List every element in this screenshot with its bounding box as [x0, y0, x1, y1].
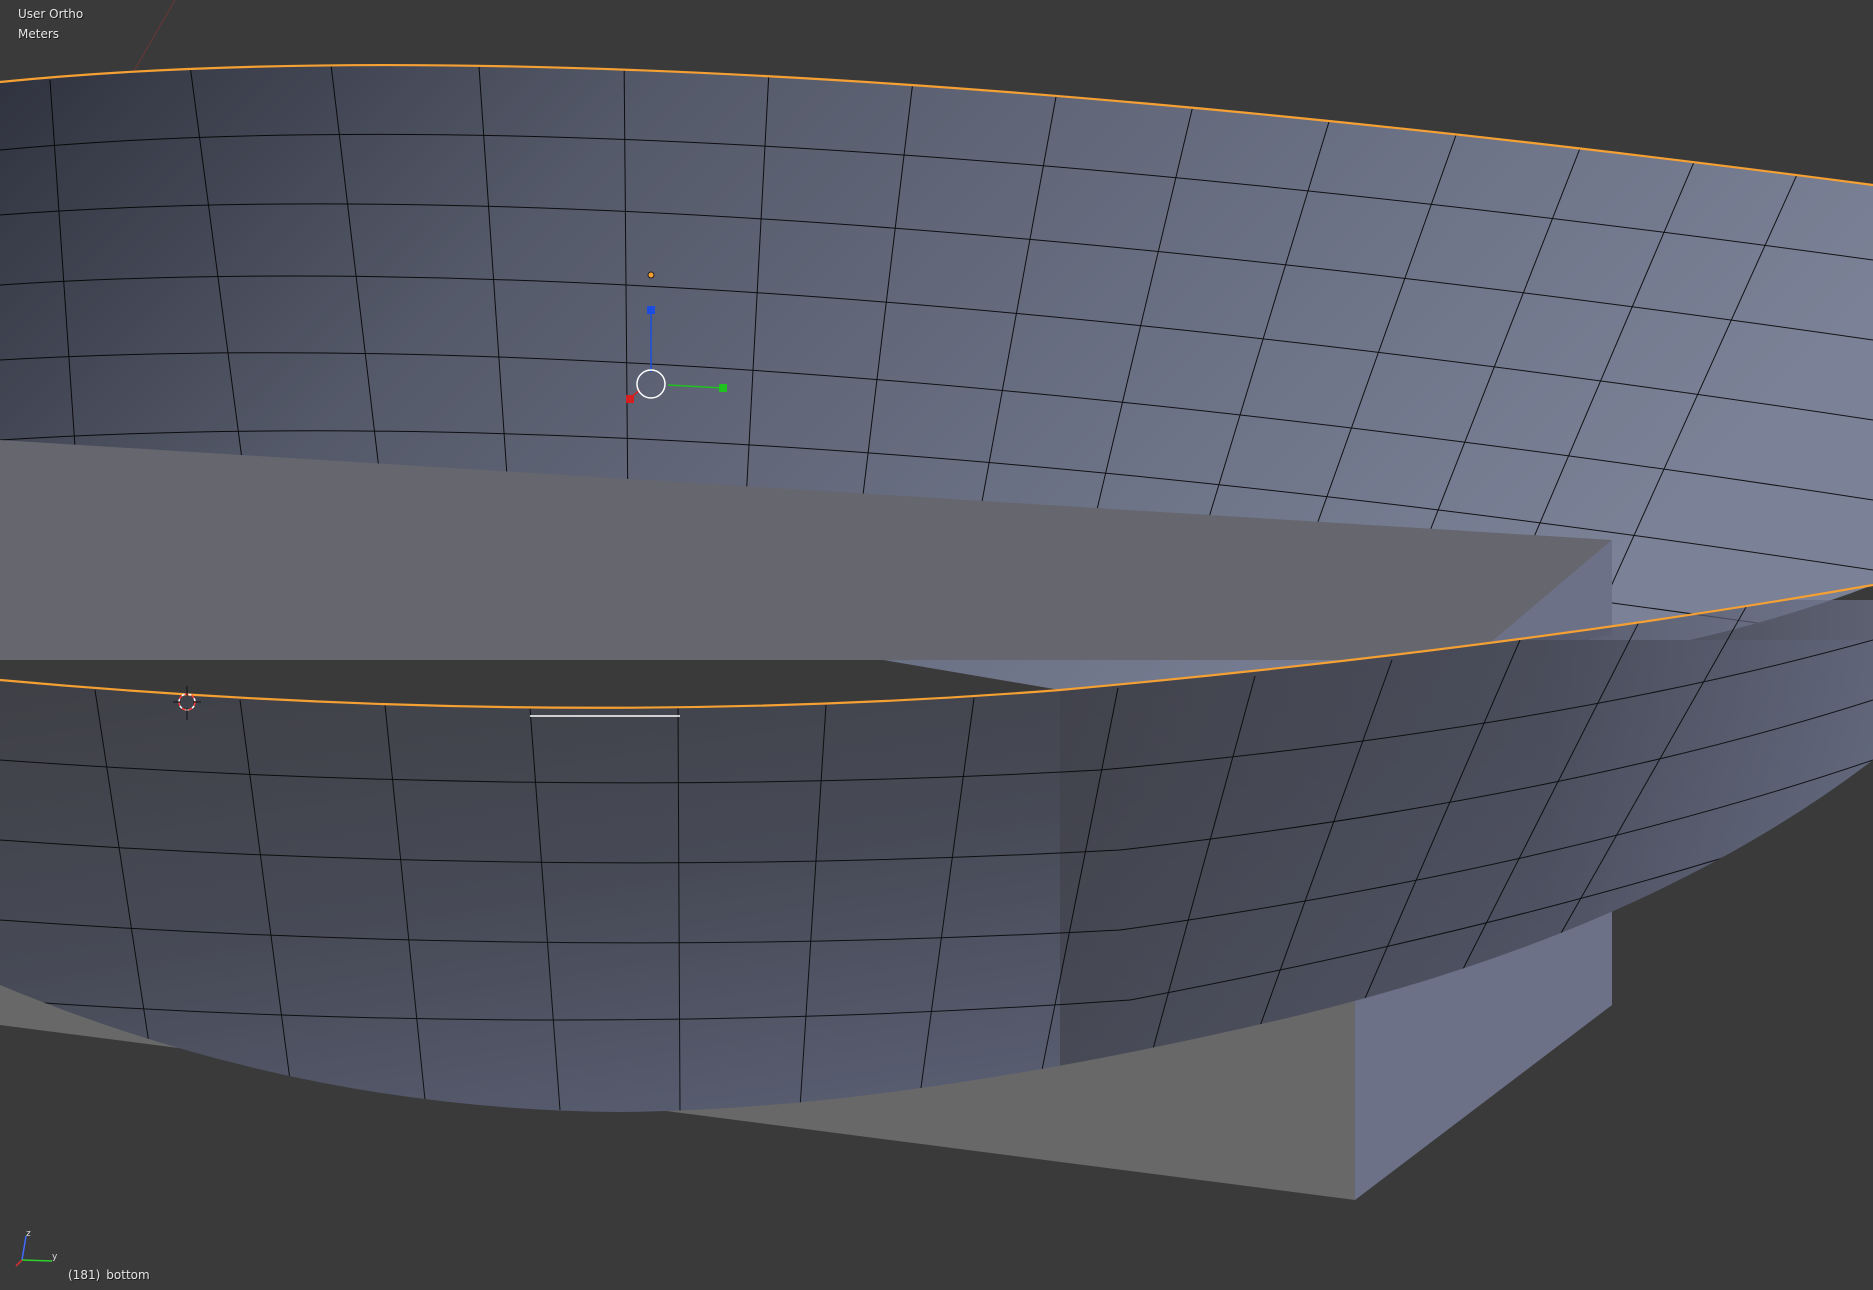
gizmo-x-handle [626, 395, 634, 403]
object-origin-dot [647, 271, 655, 279]
frame-number: (181) [68, 1268, 101, 1282]
view-name-label: User Ortho [18, 7, 84, 21]
bowl-outer-surface [0, 599, 1873, 1112]
gizmo-z-handle [647, 306, 655, 314]
axis-orientation-icon: z y [15, 1229, 58, 1267]
axis-z-label: z [26, 1229, 31, 1239]
frame-object-info: (181) bottom [68, 1268, 156, 1282]
axis-y-label: y [52, 1252, 58, 1262]
3d-viewport[interactable]: User Ortho Meters z y (181) bottom [0, 0, 1873, 1290]
units-label: Meters [18, 27, 60, 41]
active-object-name: bottom [106, 1268, 150, 1282]
scene-canvas[interactable] [0, 0, 1873, 1290]
gizmo-y-handle [719, 384, 727, 392]
